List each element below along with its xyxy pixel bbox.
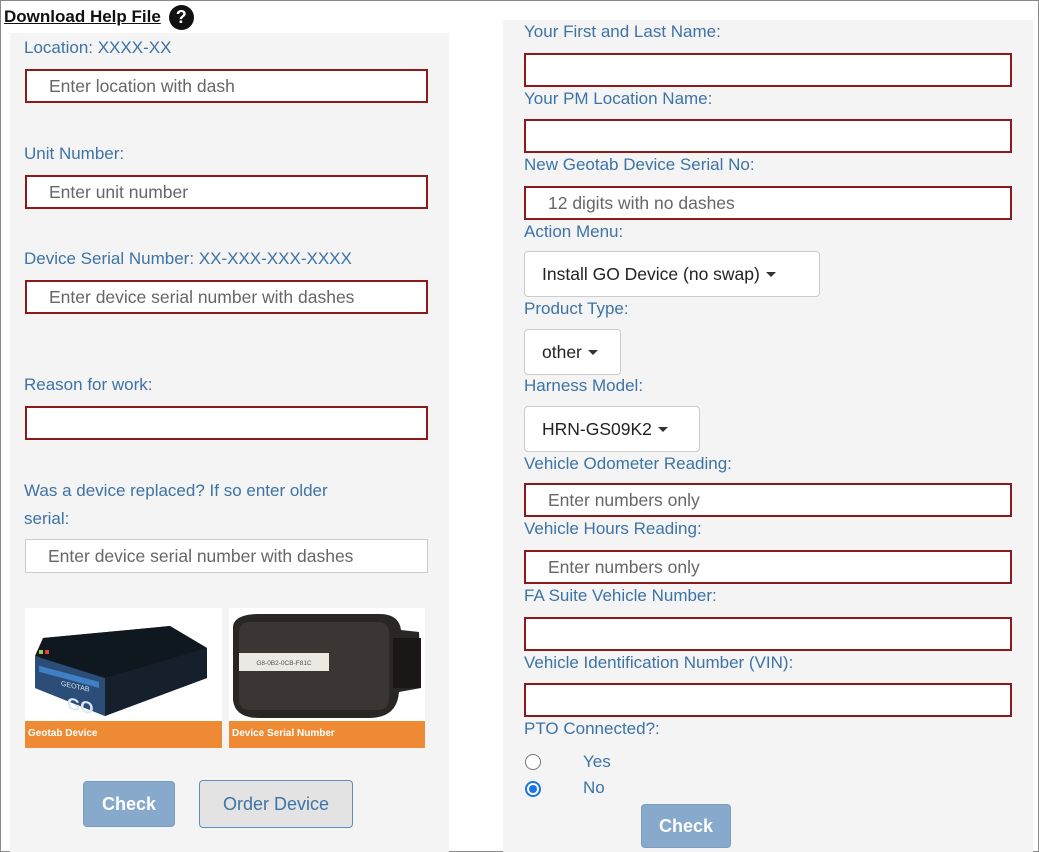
pto-label: PTO Connected?:: [524, 719, 660, 738]
device-serial-label: Device Serial Number: XX-XXX-XXX-XXXX: [24, 249, 352, 268]
device-serial-image: G8-0B2-0CB-F81C Device Serial Number: [229, 608, 425, 748]
hours-input[interactable]: [524, 550, 1012, 584]
replaced-device-label-line2: serial:: [24, 509, 70, 528]
pto-yes-radio[interactable]: [525, 754, 541, 770]
right-check-button[interactable]: Check: [641, 804, 731, 848]
replaced-device-label-line1: Was a device replaced? If so enter older: [24, 481, 328, 500]
geotab-device-illustration: GEOTAB GO: [25, 608, 222, 721]
reason-for-work-input[interactable]: [25, 406, 428, 440]
action-menu-dropdown[interactable]: Install GO Device (no swap): [524, 251, 820, 297]
device-serial-caption: Device Serial Number: [229, 721, 425, 748]
pto-no-label[interactable]: No: [583, 777, 605, 799]
product-type-value: other: [542, 341, 582, 362]
hours-label: Vehicle Hours Reading:: [524, 519, 702, 538]
location-input[interactable]: [25, 69, 428, 103]
help-bar: Download Help File ?: [4, 4, 194, 30]
action-menu-label: Action Menu:: [524, 222, 624, 241]
unit-number-input[interactable]: [25, 175, 428, 209]
odometer-label: Vehicle Odometer Reading:: [524, 454, 732, 473]
serial-device-illustration: G8-0B2-0CB-F81C: [229, 608, 425, 721]
new-serial-label: New Geotab Device Serial No:: [524, 155, 755, 174]
vin-label: Vehicle Identification Number (VIN):: [524, 653, 794, 672]
caret-down-icon: [765, 271, 776, 277]
reason-for-work-label: Reason for work:: [24, 375, 153, 394]
left-check-button[interactable]: Check: [83, 781, 175, 827]
product-type-dropdown[interactable]: other: [524, 329, 621, 375]
order-device-button[interactable]: Order Device: [199, 780, 353, 828]
pm-location-label: Your PM Location Name:: [524, 89, 713, 108]
geotab-device-image: GEOTAB GO Geotab Device: [25, 608, 222, 748]
harness-model-dropdown[interactable]: HRN-GS09K2: [524, 406, 700, 452]
product-type-label: Product Type:: [524, 299, 629, 318]
location-label: Location: XXXX-XX: [24, 38, 172, 57]
caret-down-icon: [657, 426, 668, 432]
vin-input[interactable]: [524, 683, 1012, 717]
harness-model-label: Harness Model:: [524, 376, 644, 395]
odometer-input[interactable]: [524, 483, 1012, 517]
pto-yes-label[interactable]: Yes: [583, 751, 611, 773]
pto-no-radio[interactable]: [525, 781, 541, 797]
serial-sticker-text: G8-0B2-0CB-F81C: [256, 660, 312, 667]
caret-down-icon: [587, 349, 598, 355]
unit-number-label: Unit Number:: [24, 144, 125, 163]
device-serial-input[interactable]: [25, 280, 428, 314]
harness-model-value: HRN-GS09K2: [542, 418, 652, 439]
fa-suite-input[interactable]: [524, 617, 1012, 651]
full-name-label: Your First and Last Name:: [524, 22, 721, 41]
geotab-device-caption: Geotab Device: [25, 721, 222, 748]
fa-suite-label: FA Suite Vehicle Number:: [524, 586, 717, 605]
new-serial-input[interactable]: [524, 186, 1012, 220]
replaced-serial-input[interactable]: [25, 539, 428, 573]
help-question-icon[interactable]: ?: [168, 4, 194, 30]
download-help-link[interactable]: Download Help File: [4, 7, 161, 27]
action-menu-value: Install GO Device (no swap): [542, 263, 760, 284]
pm-location-input[interactable]: [524, 119, 1012, 153]
full-name-input[interactable]: [524, 53, 1012, 87]
